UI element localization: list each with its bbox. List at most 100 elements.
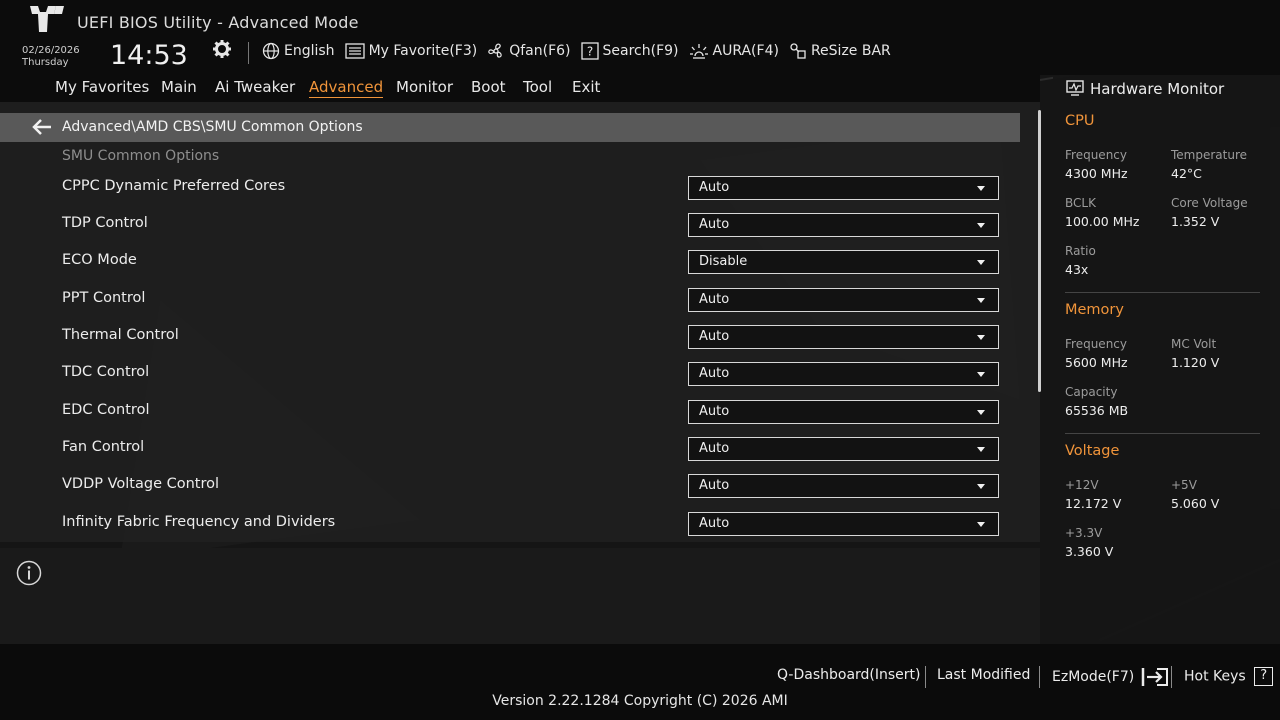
resize-bar-icon [790,43,806,59]
globe-icon [262,42,280,60]
dropdown-value: Auto [699,441,730,456]
footer-divider [1039,666,1040,688]
setting-label: Thermal Control [62,327,179,343]
tab-advanced[interactable]: Advanced [309,78,384,98]
ezmode-label: EzMode(F7) [1052,669,1135,685]
q-dashboard-button[interactable]: Q-Dashboard(Insert) [777,667,921,683]
info-icon [16,560,42,586]
clock-time[interactable]: 14:53 [110,40,188,71]
cpu-temperature-value: 42°C [1171,166,1202,181]
my-favorite-button[interactable]: My Favorite(F3) [344,43,478,59]
tab-main[interactable]: Main [161,78,197,96]
tab-exit[interactable]: Exit [572,78,600,96]
setting-dropdown[interactable]: Auto [688,400,999,424]
setting-label: EDC Control [62,402,150,418]
dropdown-value: Disable [699,254,748,269]
resize-bar-button[interactable]: ReSize BAR [789,42,891,60]
dropdown-value: Auto [699,329,730,344]
setting-dropdown[interactable]: Disable [688,250,999,274]
tab-boot[interactable]: Boot [471,78,506,96]
fan-icon [488,43,502,58]
chevron-down-icon [977,410,985,415]
setting-label: Infinity Fabric Frequency and Dividers [62,514,336,530]
ezmode-button[interactable]: EzMode(F7) [1052,667,1169,687]
setting-row: Thermal Control Auto [0,323,1020,353]
language-label: English [284,43,335,59]
capacity-value: 65536 MB [1065,403,1129,418]
svg-text:?: ? [586,45,592,59]
chevron-down-icon [977,372,985,377]
breadcrumb: Advanced\AMD CBS\SMU Common Options [0,113,1020,142]
chevron-down-icon [977,522,985,527]
mc-volt-value: 1.120 V [1171,355,1220,370]
favorite-list-icon [344,43,365,59]
qfan-button[interactable]: Qfan(F6) [487,42,571,60]
cpu-frequency-value: 4300 MHz [1065,166,1128,181]
search-label: Search(F9) [602,43,679,59]
setting-label: Fan Control [62,439,145,455]
dropdown-value: Auto [699,478,730,493]
language-button[interactable]: English [262,42,335,60]
setting-dropdown[interactable]: Auto [688,362,999,386]
my-favorite-label: My Favorite(F3) [368,43,478,59]
setting-label: CPPC Dynamic Preferred Cores [62,178,286,194]
settings-scrollbar[interactable] [1038,110,1041,392]
monitor-icon [1066,80,1084,96]
resize-bar-label: ReSize BAR [810,43,891,59]
core-voltage-label: Core Voltage [1171,196,1248,210]
last-modified-button[interactable]: Last Modified [937,667,1030,683]
chevron-down-icon [977,260,985,265]
setting-dropdown[interactable]: Auto [688,213,999,237]
hot-keys-button[interactable]: Hot Keys ? [1184,667,1274,686]
chevron-down-icon [977,484,985,489]
search-button[interactable]: ? Search(F9) [580,42,679,60]
version-text: Version 2.22.1284 Copyright (C) 2026 AMI [492,693,788,709]
dropdown-value: Auto [699,516,730,531]
setting-dropdown[interactable]: Auto [688,512,999,536]
setting-dropdown[interactable]: Auto [688,437,999,461]
tab-my-favorites[interactable]: My Favorites [55,78,149,96]
setting-label: TDP Control [62,215,148,231]
v5-label: +5V [1171,478,1197,492]
setting-row: TDC Control Auto [0,360,1020,390]
hardware-monitor-panel: Hardware Monitor CPU Frequency 4300 MHz … [1053,75,1280,644]
exit-arrow-icon [1141,668,1168,686]
setting-row: ECO Mode Disable [0,248,1020,278]
setting-label: PPT Control [62,290,146,306]
back-arrow-icon[interactable] [31,118,53,136]
aura-light-icon [689,44,708,59]
setting-row: CPPC Dynamic Preferred Cores Auto [0,174,1020,204]
setting-label: ECO Mode [62,252,137,268]
footer-divider [1171,666,1172,688]
search-help-icon: ? [580,42,599,60]
setting-row: Fan Control Auto [0,435,1020,465]
tab-ai-tweaker[interactable]: Ai Tweaker [215,78,295,96]
section-divider [1065,292,1260,293]
setting-row: TDP Control Auto [0,211,1020,241]
app-title: UEFI BIOS Utility - Advanced Mode [77,13,359,32]
core-voltage-value: 1.352 V [1171,214,1220,229]
dropdown-value: Auto [699,404,730,419]
dropdown-value: Auto [699,217,730,232]
dropdown-value: Auto [699,292,730,307]
setting-dropdown[interactable]: Auto [688,288,999,312]
toolbar: English My Favorite(F3) Qfan(F6) ? Searc… [262,42,901,60]
setting-dropdown[interactable]: Auto [688,325,999,349]
setting-dropdown[interactable]: Auto [688,176,999,200]
date-display: 02/26/2026 Thursday [22,45,80,69]
question-icon: ? [1254,667,1274,686]
top-header: UEFI BIOS Utility - Advanced Mode 02/26/… [0,0,1280,75]
menu-tabs: My Favorites Main Ai Tweaker Advanced Mo… [0,75,1040,102]
aura-button[interactable]: AURA(F4) [689,42,779,60]
v33-label: +3.3V [1065,526,1103,540]
ratio-value: 43x [1065,262,1089,277]
setting-dropdown[interactable]: Auto [688,474,999,498]
tab-tool[interactable]: Tool [523,78,552,96]
v12-value: 12.172 V [1065,496,1122,511]
gear-icon[interactable] [213,40,231,58]
memory-heading: Memory [1065,302,1124,318]
capacity-label: Capacity [1065,385,1118,399]
voltage-heading: Voltage [1065,443,1120,459]
dropdown-value: Auto [699,366,730,381]
tab-monitor[interactable]: Monitor [396,78,453,96]
